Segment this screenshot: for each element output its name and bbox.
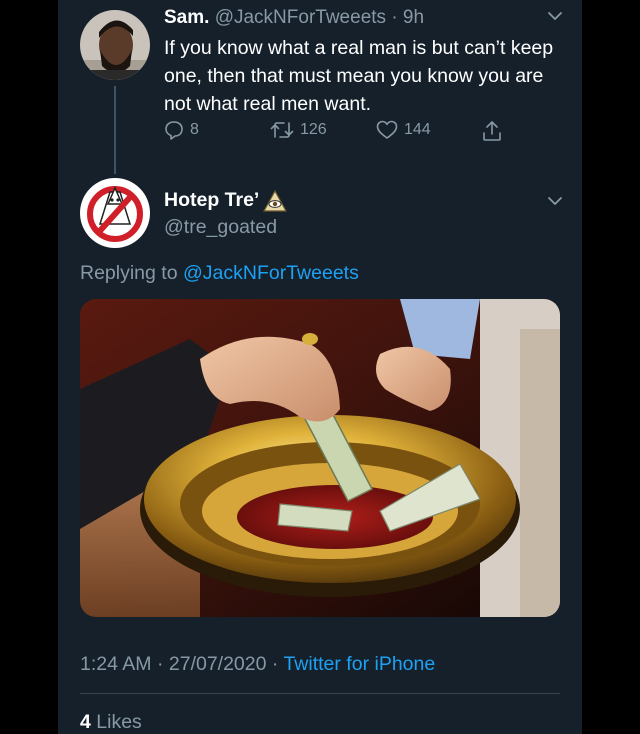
like-button[interactable]: 144 bbox=[376, 120, 431, 140]
share-button[interactable] bbox=[482, 120, 508, 142]
chevron-down-icon[interactable] bbox=[547, 195, 563, 207]
comment-icon bbox=[165, 121, 183, 140]
parent-tweet-text: If you know what a real man is but can’t… bbox=[164, 37, 554, 115]
thread-line bbox=[114, 86, 116, 174]
avatar-sam[interactable] bbox=[80, 10, 150, 80]
parent-tweet-actions: 8 126 144 bbox=[164, 120, 504, 150]
parent-time[interactable]: · 9h bbox=[391, 7, 424, 28]
reply-button[interactable]: 8 bbox=[164, 120, 199, 140]
retweet-icon bbox=[270, 122, 294, 138]
replying-prefix: Replying to bbox=[80, 262, 178, 284]
reply-display-name: Hotep Tre’ bbox=[164, 189, 260, 211]
replying-to-mention[interactable]: @JackNForTweeets bbox=[183, 262, 359, 284]
like-count: 144 bbox=[404, 121, 431, 138]
likes-summary[interactable]: 4 Likes bbox=[80, 711, 142, 734]
retweet-count: 126 bbox=[300, 121, 327, 138]
replying-to-line: Replying to @JackNForTweeets bbox=[80, 262, 359, 285]
retweet-button[interactable]: 126 bbox=[270, 120, 327, 140]
likes-count: 4 bbox=[80, 711, 91, 733]
reply-display-name-row[interactable]: Hotep Tre’ bbox=[164, 189, 288, 212]
tweet-detail-panel: Sam. @JackNForTweeets · 9h If you know w… bbox=[58, 0, 582, 734]
chevron-down-icon[interactable] bbox=[547, 10, 563, 22]
likes-label: Likes bbox=[96, 711, 142, 733]
parent-handle[interactable]: @JackNForTweeets bbox=[215, 7, 386, 28]
reply-timestamp-line: 1:24 AM · 27/07/2020 · Twitter for iPhon… bbox=[80, 653, 435, 676]
parent-display-name[interactable]: Sam. bbox=[164, 7, 209, 28]
offering-plate-photo[interactable] bbox=[80, 299, 560, 617]
reply-handle[interactable]: @tre_goated bbox=[164, 216, 277, 239]
reply-timestamp[interactable]: 1:24 AM · 27/07/2020 · bbox=[80, 653, 278, 675]
eye-pyramid-icon bbox=[263, 189, 288, 212]
heart-icon bbox=[376, 120, 398, 139]
parent-tweet-header: Sam. @JackNForTweeets · 9h bbox=[164, 7, 424, 29]
source-app-link[interactable]: Twitter for iPhone bbox=[283, 653, 435, 675]
divider bbox=[80, 693, 560, 694]
avatar-hotep-tre[interactable] bbox=[80, 178, 150, 248]
share-icon bbox=[483, 121, 501, 141]
reply-count: 8 bbox=[190, 121, 199, 138]
